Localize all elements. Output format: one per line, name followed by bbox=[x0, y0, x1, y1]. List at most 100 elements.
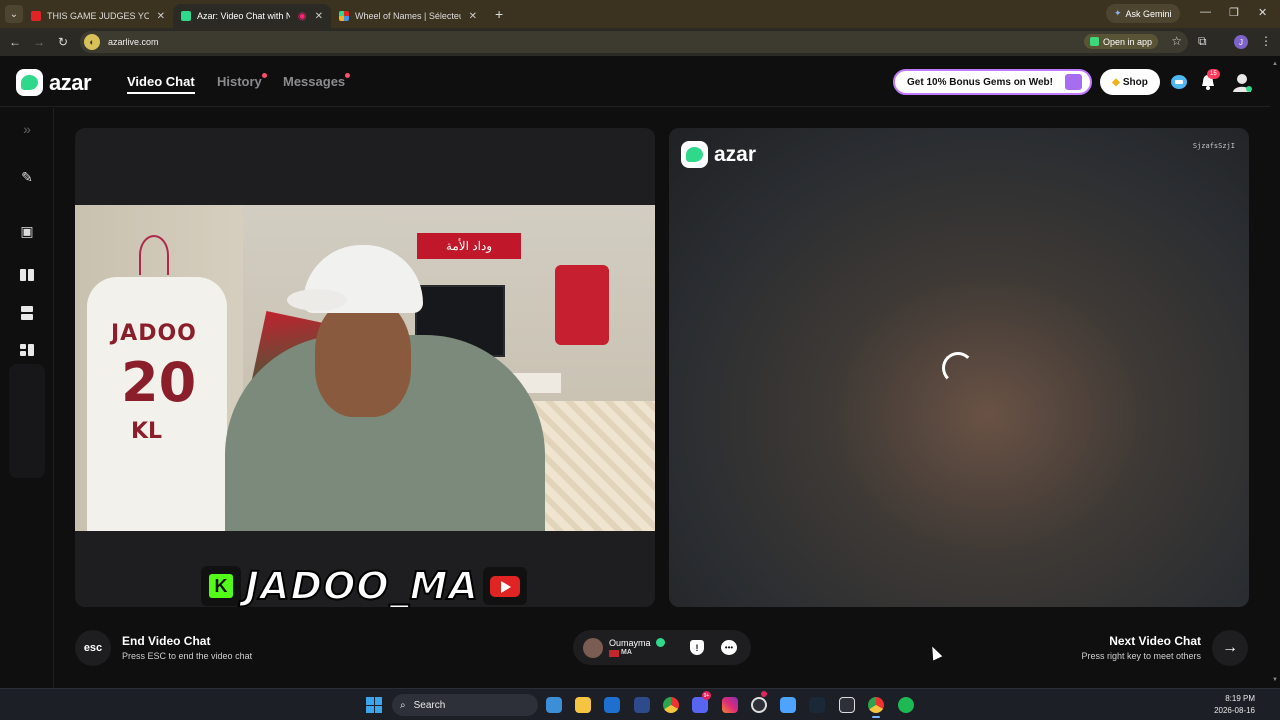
next-chat-button[interactable]: → bbox=[1212, 630, 1248, 666]
youtube-icon bbox=[31, 11, 41, 21]
shop-label: Shop bbox=[1122, 76, 1148, 88]
site-info-icon[interactable]: ◐ bbox=[84, 34, 100, 50]
restore-icon[interactable]: ❐ bbox=[1229, 6, 1239, 19]
azar-icon bbox=[181, 11, 191, 21]
local-video-panel: JADOO 20 KL وداد الأمة K JADOO_MA bbox=[75, 128, 655, 607]
clock-time: 8:19 PM bbox=[1225, 694, 1255, 703]
bonus-gems-promo-button[interactable]: Get 10% Bonus Gems on Web! bbox=[893, 69, 1092, 95]
arrow-right-icon: → bbox=[1222, 639, 1238, 656]
system-clock[interactable]: 8:19 PM 2026-08-16 bbox=[1214, 693, 1255, 717]
history-notification-dot bbox=[262, 73, 267, 78]
scroll-down-icon[interactable]: ▼ bbox=[1272, 677, 1278, 683]
close-tab-icon[interactable]: ✕ bbox=[315, 11, 323, 22]
browser-tab-wheel-of-names[interactable]: Wheel of Names | Sélecteur de ✕ bbox=[331, 4, 485, 28]
loading-spinner-icon bbox=[942, 352, 974, 384]
tab-search-button[interactable]: ⌄ bbox=[5, 5, 23, 23]
watermark-text: JADOO_MA bbox=[244, 563, 479, 607]
new-tab-button[interactable]: + bbox=[495, 6, 503, 22]
kick-icon: K bbox=[201, 566, 241, 606]
jersey-name: JADOO bbox=[111, 321, 197, 346]
wall-banner: وداد الأمة bbox=[417, 233, 521, 259]
expand-icon[interactable]: » bbox=[9, 112, 45, 146]
end-chat-button[interactable]: esc bbox=[75, 630, 111, 666]
messages-notification-dot bbox=[345, 73, 350, 78]
forward-icon[interactable]: → bbox=[27, 35, 51, 49]
close-tab-icon[interactable]: ✕ bbox=[157, 11, 165, 22]
layout-side-by-side-icon[interactable] bbox=[9, 258, 45, 292]
user-avatar-icon[interactable] bbox=[1231, 71, 1253, 93]
reload-icon[interactable]: ↻ bbox=[51, 35, 75, 49]
message-bubble-icon[interactable]: ••• bbox=[721, 640, 737, 655]
tab-title: Azar: Video Chat with New bbox=[197, 11, 290, 21]
outlook-icon[interactable] bbox=[604, 697, 620, 713]
nav-history[interactable]: History bbox=[217, 74, 262, 89]
steam-icon[interactable] bbox=[809, 697, 825, 713]
gallery-icon[interactable] bbox=[546, 697, 562, 713]
obs-badge bbox=[761, 691, 767, 697]
report-shield-icon[interactable]: ! bbox=[690, 640, 704, 655]
taskbar-search[interactable]: ⌕ Search bbox=[392, 694, 538, 716]
nav-video-chat[interactable]: Video Chat bbox=[127, 74, 195, 94]
nav-messages[interactable]: Messages bbox=[283, 74, 345, 89]
chrome-icon[interactable] bbox=[663, 697, 679, 713]
windows-start-icon[interactable] bbox=[366, 697, 382, 713]
capture-app-icon[interactable] bbox=[839, 697, 855, 713]
address-bar[interactable]: ◐ azarlive.com Open in app ☆ bbox=[80, 31, 1188, 53]
browser-tab-youtube[interactable]: THIS GAME JUDGES YOUR VOICE ✕ bbox=[23, 4, 173, 28]
shop-button[interactable]: ◆ Shop bbox=[1100, 69, 1160, 95]
browser-tab-azar[interactable]: Azar: Video Chat with New ◉ ✕ bbox=[173, 4, 331, 28]
chrome-active-icon[interactable] bbox=[868, 697, 884, 718]
spotify-icon[interactable] bbox=[898, 697, 914, 713]
taskbar-search-label: Search bbox=[413, 699, 446, 711]
remote-video-panel: azar SjzafsSzjI bbox=[669, 128, 1249, 607]
gemini-icon: ✦ bbox=[1114, 8, 1122, 18]
tab-title: Wheel of Names | Sélecteur de bbox=[355, 11, 461, 21]
tool-rail: » ✎ ▣ bbox=[0, 108, 54, 688]
obs-icon[interactable] bbox=[751, 697, 767, 713]
country-flag-icon bbox=[609, 650, 619, 657]
close-window-icon[interactable]: ✕ bbox=[1258, 6, 1267, 19]
open-in-app-button[interactable]: Open in app bbox=[1083, 34, 1158, 49]
store-icon[interactable] bbox=[634, 697, 650, 713]
profile-avatar[interactable]: J bbox=[1234, 35, 1248, 49]
scroll-up-icon[interactable]: ▲ bbox=[1272, 61, 1278, 67]
app-header: azar Video Chat History Messages Get 10%… bbox=[0, 57, 1270, 107]
search-icon: ⌕ bbox=[400, 699, 406, 711]
chat-bubble-icon[interactable] bbox=[1170, 73, 1188, 91]
cloud-app-icon[interactable] bbox=[780, 697, 796, 713]
layout-stacked-icon[interactable] bbox=[9, 296, 45, 330]
streamer-watermark: K JADOO_MA bbox=[201, 563, 527, 607]
sticker-icon[interactable]: ▣ bbox=[9, 214, 45, 248]
next-chat-hint: Press right key to meet others bbox=[1081, 651, 1201, 661]
azar-logo[interactable]: azar bbox=[16, 69, 92, 96]
azar-logo-text: azar bbox=[714, 142, 757, 166]
file-explorer-icon[interactable] bbox=[575, 697, 591, 713]
close-tab-icon[interactable]: ✕ bbox=[469, 11, 477, 22]
next-chat-title: Next Video Chat bbox=[1109, 634, 1201, 648]
magic-wand-icon[interactable]: ✎ bbox=[9, 160, 45, 194]
gem-icon: ◆ bbox=[1112, 76, 1120, 88]
promo-label: Get 10% Bonus Gems on Web! bbox=[907, 76, 1053, 88]
azar-logo-icon bbox=[681, 141, 708, 168]
layout-selector bbox=[9, 364, 45, 478]
discord-badge: 9+ bbox=[702, 691, 711, 700]
end-chat-title: End Video Chat bbox=[122, 634, 211, 648]
hanger bbox=[139, 235, 169, 275]
instagram-icon[interactable] bbox=[722, 697, 738, 713]
layout-grid-icon[interactable] bbox=[9, 333, 45, 367]
minimize-icon[interactable]: — bbox=[1200, 6, 1211, 18]
bookmark-star-icon[interactable]: ☆ bbox=[1171, 34, 1182, 48]
tab-title: THIS GAME JUDGES YOUR VOICE bbox=[47, 11, 149, 21]
partner-avatar[interactable] bbox=[583, 638, 603, 658]
back-icon[interactable]: ← bbox=[3, 35, 27, 49]
partner-info-pill: Oumayma MA ! ••• bbox=[573, 630, 751, 665]
streamer-head bbox=[315, 297, 411, 417]
jersey-on-wall: JADOO 20 KL bbox=[87, 277, 227, 531]
page-scrollbar[interactable]: ▲ ▼ bbox=[1270, 57, 1280, 688]
wheel-icon bbox=[339, 11, 349, 21]
red-jersey bbox=[555, 265, 609, 345]
browser-menu-icon[interactable]: ⋮ bbox=[1260, 34, 1272, 48]
ask-gemini-button[interactable]: ✦ Ask Gemini bbox=[1106, 4, 1180, 23]
extensions-icon[interactable]: ⧉ bbox=[1198, 34, 1207, 49]
verified-badge-icon bbox=[656, 638, 665, 647]
